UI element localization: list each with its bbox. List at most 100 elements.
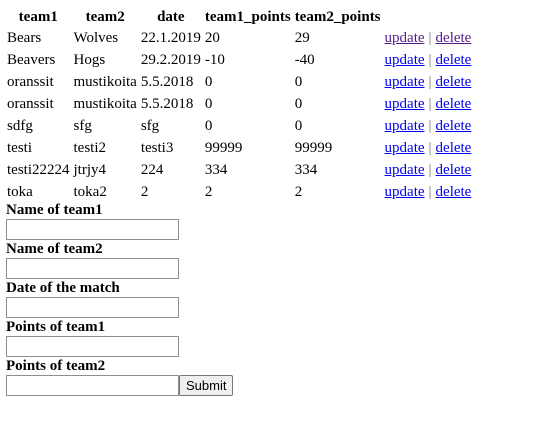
team2-points-label: Points of team2 [6,358,106,374]
team1-input[interactable] [6,219,179,240]
team1-points-cell: 0 [204,74,213,90]
date-cell: 2 [140,184,149,200]
column-header-team2-points: team2_points [294,9,381,25]
team1-cell: toka [7,184,33,200]
date-cell: 224 [140,162,164,178]
team1-points-field-group: Points of team1 [6,319,546,357]
matches-table: team1 team2 date team1_points team2_poin… [4,6,474,204]
team2-points-cell: 0 [294,118,303,134]
team1-cell: oranssit [7,74,54,90]
team1-cell: oranssit [7,96,54,112]
column-header-team2: team2 [85,9,125,25]
row-actions: update | delete [384,160,473,181]
action-separator: | [428,74,432,90]
table-row: sdfg sfg sfg 0 0 update | delete [6,116,472,137]
update-link[interactable]: update [385,52,425,68]
table-row: testi22224 jtrjy4 224 334 334 update | delete [6,160,472,181]
column-header-team1: team1 [18,9,58,25]
delete-link[interactable]: delete [436,140,472,156]
delete-link[interactable]: delete [436,162,472,178]
team2-label: Name of team2 [6,241,103,257]
delete-link[interactable]: delete [436,184,472,200]
team1-points-cell: 20 [204,30,220,46]
date-cell: sfg [140,118,160,134]
table-body: Bears Wolves 22.1.2019 20 29 update | delete Bea… [6,28,472,203]
submit-button[interactable]: Submit [179,375,234,396]
action-separator: | [428,96,432,112]
action-separator: | [428,52,432,68]
update-link[interactable]: update [385,96,425,112]
team2-field-group: Name of team2 [6,241,546,279]
team2-cell: testi2 [73,140,107,156]
table-row: toka toka2 2 2 2 update | delete [6,182,472,203]
add-match-form: Name of team1 Name of team2 Date of the … [6,202,546,396]
row-actions: update | delete [384,72,473,93]
team2-input[interactable] [6,258,179,279]
team2-cell: jtrjy4 [73,162,107,178]
date-cell: 5.5.2018 [140,96,194,112]
team2-points-cell: 0 [294,96,303,112]
team1-field-group: Name of team1 [6,202,546,240]
delete-link[interactable]: delete [436,30,472,46]
update-link[interactable]: update [385,140,425,156]
team1-points-cell: 99999 [204,140,243,156]
date-cell: 29.2.2019 [140,52,201,68]
team2-cell: mustikoita [73,96,137,112]
date-field-group: Date of the match [6,280,546,318]
team1-cell: testi22224 [7,162,70,178]
team1-cell: Bears [7,30,42,46]
team1-points-cell: 334 [204,162,228,178]
team1-cell: Beavers [7,52,56,68]
table-row: Bears Wolves 22.1.2019 20 29 update | delete [6,28,472,49]
action-separator: | [428,162,432,178]
delete-link[interactable]: delete [436,118,472,134]
team1-points-cell: 0 [204,96,213,112]
date-cell: 5.5.2018 [140,74,194,90]
row-actions: update | delete [384,182,473,203]
team1-points-cell: 2 [204,184,213,200]
delete-link[interactable]: delete [436,52,472,68]
team1-points-cell: 0 [204,118,213,134]
column-header-team1-points: team1_points [204,9,291,25]
delete-link[interactable]: delete [436,74,472,90]
table-row: oranssit mustikoita 5.5.2018 0 0 update | delet… [6,72,472,93]
team1-points-cell: -10 [204,52,225,68]
date-input[interactable] [6,297,179,318]
team2-points-cell: 0 [294,74,303,90]
update-link[interactable]: update [385,30,425,46]
team2-cell: Wolves [73,30,119,46]
team2-points-cell: -40 [294,52,315,68]
page: team1 team2 date team1_points team2_poin… [6,7,546,397]
team1-cell: sdfg [7,118,33,134]
update-link[interactable]: update [385,74,425,90]
update-link[interactable]: update [385,162,425,178]
date-label: Date of the match [6,280,120,296]
team2-points-cell: 2 [294,184,303,200]
row-actions: update | delete [384,50,473,71]
team2-cell: toka2 [73,184,107,200]
action-separator: | [428,184,432,200]
table-row: Beavers Hogs 29.2.2019 -10 -40 update | delete [6,50,472,71]
action-separator: | [428,140,432,156]
team1-points-label: Points of team1 [6,319,106,335]
delete-link[interactable]: delete [436,96,472,112]
column-header-date: date [157,9,185,25]
update-link[interactable]: update [385,184,425,200]
team2-cell: sfg [73,118,92,134]
team2-points-field-group: Points of team2 Submit [6,358,546,396]
row-actions: update | delete [384,28,473,49]
team2-points-input[interactable] [6,375,179,396]
row-actions: update | delete [384,138,473,159]
action-separator: | [428,118,432,134]
row-actions: update | delete [384,116,473,137]
team2-points-row: Submit [6,375,546,396]
team2-cell: mustikoita [73,74,137,90]
column-header-actions [384,7,473,27]
action-separator: | [428,30,432,46]
table-row: testi testi2 testi3 99999 99999 update | delete [6,138,472,159]
date-cell: testi3 [140,140,174,156]
team2-points-cell: 334 [294,162,318,178]
team1-label: Name of team1 [6,202,103,218]
update-link[interactable]: update [385,118,425,134]
team1-points-input[interactable] [6,336,179,357]
